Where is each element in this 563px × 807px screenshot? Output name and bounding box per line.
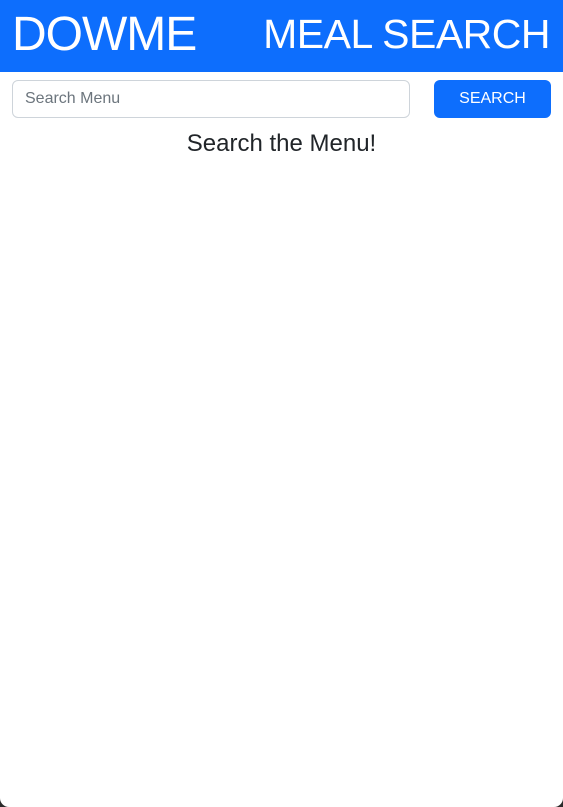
page-title: MEAL SEARCH <box>263 11 550 57</box>
app-header: DOWME MEAL SEARCH <box>0 0 563 72</box>
app-page: DOWME MEAL SEARCH SEARCH Search the Menu… <box>0 0 563 807</box>
brand-name: DOWME <box>12 7 197 61</box>
search-input[interactable] <box>12 80 410 118</box>
search-button[interactable]: SEARCH <box>434 80 551 118</box>
search-bar: SEARCH <box>0 72 563 126</box>
search-prompt: Search the Menu! <box>186 130 377 157</box>
